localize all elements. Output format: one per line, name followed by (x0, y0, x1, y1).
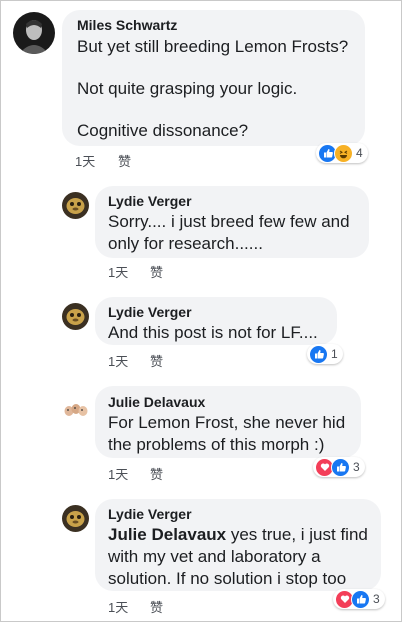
reaction-count: 1 (331, 347, 338, 361)
reaction-count: 4 (356, 146, 363, 160)
avatar[interactable] (62, 192, 89, 219)
avatar[interactable] (62, 303, 89, 330)
reactions-summary[interactable]: 3 (313, 457, 365, 477)
comment-text: solution. If no solution i stop too (108, 569, 347, 588)
avatar[interactable] (13, 12, 55, 54)
comment-text: But yet still breeding Lemon Frosts? (77, 37, 349, 56)
reactions-summary[interactable]: 1 (307, 344, 343, 364)
comment-author[interactable]: Julie Delavaux (108, 394, 205, 410)
comment-text-fragment: yes true, i just find (226, 525, 368, 544)
reactions-summary[interactable]: 4 (316, 143, 368, 163)
comment-text: And this post is not for LF.... (108, 323, 318, 342)
comment-timestamp[interactable]: 1天 (108, 597, 128, 616)
comment-author[interactable]: Miles Schwartz (77, 17, 177, 33)
comment-text: only for research...... (108, 234, 263, 253)
comment-author[interactable]: Lydie Verger (108, 506, 192, 522)
comment-timestamp[interactable]: 1天 (108, 262, 128, 281)
comment-author[interactable]: Lydie Verger (108, 304, 192, 320)
like-icon (351, 589, 370, 609)
comment-timestamp[interactable]: 1天 (75, 151, 95, 170)
haha-icon (334, 143, 353, 163)
comment-timestamp[interactable]: 1天 (108, 351, 128, 370)
like-button[interactable]: 赞 (150, 597, 163, 616)
comment-text: Julie Delavaux yes true, i just find (108, 524, 368, 546)
avatar[interactable] (62, 505, 89, 532)
like-icon (331, 457, 350, 477)
reactions-summary[interactable]: 3 (333, 589, 385, 609)
comment-text: the problems of this morph :) (108, 435, 325, 454)
comment-timestamp[interactable]: 1天 (108, 464, 128, 483)
comment-text: Not quite grasping your logic. (77, 79, 298, 98)
reaction-count: 3 (373, 592, 380, 606)
mention-link[interactable]: Julie Delavaux (108, 525, 226, 544)
like-button[interactable]: 赞 (118, 151, 131, 170)
like-icon (309, 344, 328, 364)
comment-text: For Lemon Frost, she never hid (108, 413, 346, 432)
comment-text: Sorry.... i just breed few few and (108, 212, 350, 231)
avatar[interactable] (62, 394, 89, 421)
like-button[interactable]: 赞 (150, 262, 163, 281)
comment-text: Cognitive dissonance? (77, 121, 249, 140)
comment-text: with my vet and laboratory a (108, 547, 321, 566)
like-button[interactable]: 赞 (150, 464, 163, 483)
like-button[interactable]: 赞 (150, 351, 163, 370)
comment-author[interactable]: Lydie Verger (108, 193, 192, 209)
reaction-count: 3 (353, 460, 360, 474)
